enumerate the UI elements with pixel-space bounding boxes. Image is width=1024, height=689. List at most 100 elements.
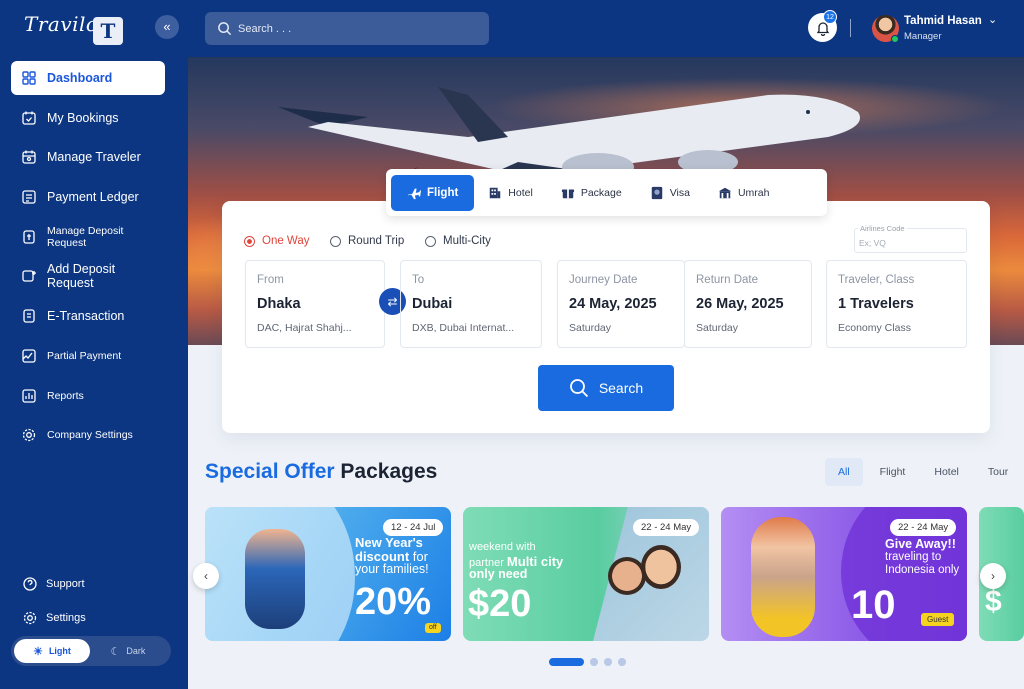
carousel-next-button[interactable]: › xyxy=(980,563,1006,589)
sidebar-item-manage-traveler[interactable]: Manage Traveler xyxy=(11,140,165,174)
radio[interactable] xyxy=(330,235,341,247)
settings-label: Settings xyxy=(46,612,86,624)
trip-round-trip[interactable]: Round Trip xyxy=(330,235,404,247)
from-label: From xyxy=(257,274,284,286)
support-link[interactable]: Support xyxy=(22,576,85,592)
offer-line: weekend with xyxy=(469,541,536,553)
dashboard-grid-icon xyxy=(21,70,37,86)
from-field[interactable]: From Dhaka DAC, Hajrat Shahj... xyxy=(245,260,385,348)
offer-line: your families! xyxy=(355,562,429,576)
sidebar-item-company-settings[interactable]: Company Settings xyxy=(11,418,165,452)
service-tabs: Flight Hotel Package Visa Umrah xyxy=(386,169,827,216)
user-name[interactable]: Tahmid Hasan xyxy=(904,15,982,27)
brand-logo[interactable]: Travilo xyxy=(24,12,98,36)
filter-tour[interactable]: Tour xyxy=(976,458,1020,486)
from-airport: DAC, Hajrat Shahj... xyxy=(257,322,352,334)
sidebar-item-add-deposit-request[interactable]: Add Deposit Request xyxy=(11,259,165,293)
tab-flight[interactable]: Flight xyxy=(391,174,475,211)
tab-package[interactable]: Package xyxy=(547,175,636,211)
sidebar-item-my-bookings[interactable]: My Bookings xyxy=(11,101,165,135)
dark-theme-option[interactable]: ☾ Dark xyxy=(90,639,166,663)
offer-headline: Give Away!! xyxy=(885,537,956,551)
sidebar-item-payment-ledger[interactable]: Payment Ledger xyxy=(11,180,165,214)
filter-hotel[interactable]: Hotel xyxy=(922,458,971,486)
filter-all[interactable]: All xyxy=(825,458,863,486)
search-button[interactable]: Search xyxy=(538,365,674,411)
trip-one-way[interactable]: One Way xyxy=(244,235,310,247)
tab-hotel[interactable]: Hotel xyxy=(474,175,547,211)
trip-label: Round Trip xyxy=(348,235,405,247)
to-airport: DXB, Dubai Internat... xyxy=(412,322,515,334)
sidebar-item-dashboard[interactable]: Dashboard xyxy=(11,61,165,95)
chevron-down-icon[interactable]: ⌄ xyxy=(988,13,997,26)
user-role: Manager xyxy=(904,31,942,42)
settings-link[interactable]: Settings xyxy=(22,610,86,626)
ledger-icon xyxy=(21,189,37,205)
from-city: Dhaka xyxy=(257,296,301,312)
section-title-accent: Special Offer xyxy=(205,460,335,483)
sidebar-item-e-transaction[interactable]: E-Transaction xyxy=(11,299,165,333)
offer-line: traveling to xyxy=(885,551,942,563)
partial-payment-icon xyxy=(21,348,37,364)
tab-label: Umrah xyxy=(737,186,770,199)
moon-icon: ☾ xyxy=(110,645,121,658)
offer-card[interactable]: 22 - 24 May weekend with partner Multi c… xyxy=(463,507,709,641)
filter-flight[interactable]: Flight xyxy=(868,458,918,486)
to-field[interactable]: To Dubai DXB, Dubai Internat... xyxy=(400,260,542,348)
sidebar-item-reports[interactable]: Reports xyxy=(11,379,165,413)
sidebar-item-label: Manage Traveler xyxy=(47,150,141,165)
support-label: Support xyxy=(46,578,85,590)
tab-umrah[interactable]: Umrah xyxy=(704,175,784,211)
sidebar-item-partial-payment[interactable]: Partial Payment xyxy=(11,339,165,373)
carousel-prev-button[interactable]: ‹ xyxy=(193,563,219,589)
travelers-image xyxy=(245,529,305,629)
offer-tag: Guest xyxy=(921,613,955,626)
radio-selected[interactable] xyxy=(244,235,255,247)
support-icon xyxy=(22,576,38,592)
calendar-user-icon xyxy=(21,149,37,165)
traveler-image xyxy=(751,517,815,637)
online-status-dot xyxy=(891,35,899,43)
airplane-icon xyxy=(407,188,421,199)
trip-label: One Way xyxy=(262,235,310,247)
offer-line: only need xyxy=(469,567,528,581)
offer-big-value: 10 xyxy=(851,583,896,627)
offer-card[interactable]: 22 - 24 May Give Away!! traveling to Ind… xyxy=(721,507,967,641)
search-input[interactable]: Search . . . xyxy=(205,12,489,45)
transaction-icon xyxy=(21,308,37,324)
theme-toggle: ☀ Light ☾ Dark xyxy=(11,636,171,666)
settings-gear-icon xyxy=(22,610,38,626)
airline-code-placeholder: Ex; VQ xyxy=(859,238,886,248)
collapse-sidebar-button[interactable]: « xyxy=(155,15,179,39)
tab-label: Flight xyxy=(427,186,459,199)
dark-label: Dark xyxy=(126,646,146,656)
traveler-class: Economy Class xyxy=(838,322,911,334)
offer-date: 22 - 24 May xyxy=(890,519,957,536)
light-label: Light xyxy=(48,646,71,656)
reports-icon xyxy=(21,388,37,404)
carousel-dot[interactable] xyxy=(590,658,598,666)
trip-multi-city[interactable]: Multi-City xyxy=(425,235,491,247)
carousel-dot[interactable] xyxy=(618,658,626,666)
tab-visa[interactable]: Visa xyxy=(636,175,704,211)
journey-day: Saturday xyxy=(569,322,612,334)
traveler-class-field[interactable]: Traveler, Class 1 Travelers Economy Clas… xyxy=(826,260,967,348)
sidebar: Travilo T « Dashboard My Bookings Manage… xyxy=(0,0,188,689)
sidebar-item-manage-deposit-request[interactable]: Manage Deposit Request xyxy=(11,220,165,254)
sidebar-item-label: Dashboard xyxy=(47,71,113,85)
trip-label: Multi-City xyxy=(443,235,491,247)
return-date-field[interactable]: Return Date 26 May, 2025 Saturday xyxy=(684,260,812,348)
brand-mark: T xyxy=(93,17,123,45)
gift-package-icon xyxy=(561,189,574,198)
offer-big-value: $ xyxy=(985,585,1002,618)
offer-line: Indonesia only xyxy=(885,564,960,576)
radio[interactable] xyxy=(425,235,436,247)
carousel-dot[interactable] xyxy=(604,658,612,666)
traveler-label: Traveler, Class xyxy=(838,274,915,286)
offer-tag: off xyxy=(425,623,441,633)
carousel-dot-active[interactable] xyxy=(549,658,584,666)
journey-date-field[interactable]: Journey Date 24 May, 2025 Saturday xyxy=(557,260,685,348)
light-theme-option[interactable]: ☀ Light xyxy=(14,639,90,663)
offer-card[interactable]: 12 - 24 Jul New Year's discount for your… xyxy=(205,507,451,641)
gear-icon xyxy=(21,427,37,443)
